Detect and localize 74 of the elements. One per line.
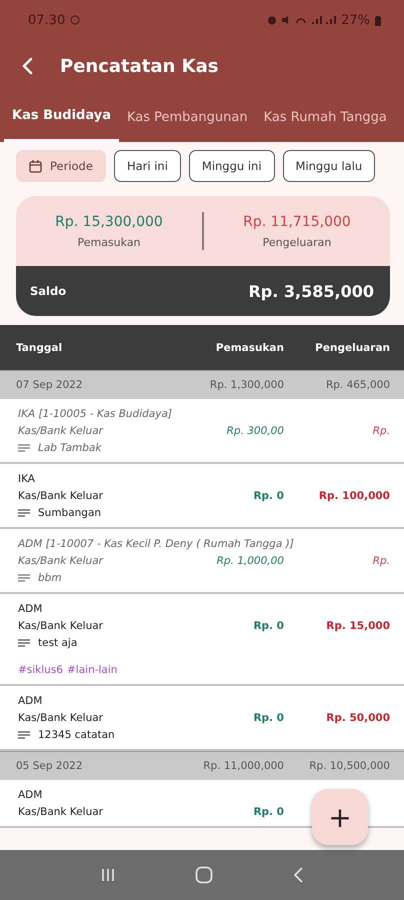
transaction-row[interactable]: ADM Kas/Bank Keluar Rp. 0 Rp. 15,000 test aja #siklus6 #lain-lain bbox=[0, 594, 404, 686]
calendar-icon bbox=[29, 160, 42, 172]
group-date: 07 Sep 2022 bbox=[16, 379, 84, 391]
tab[interactable]: Kas Pembangunan bbox=[118, 92, 256, 142]
group-expense: Rp. 10,500,000 bbox=[308, 760, 390, 772]
group-income: Rp. 1,300,000 bbox=[208, 379, 284, 391]
income-amount: Rp. 0 bbox=[252, 620, 284, 632]
column-header: Pemasukan bbox=[214, 342, 284, 354]
balance-label: Saldo bbox=[30, 284, 66, 298]
battery-percent: 27% bbox=[341, 12, 370, 28]
income-amount: Rp. 0 bbox=[252, 806, 284, 818]
note-text: 12345 catatan bbox=[38, 729, 115, 741]
note-icon bbox=[18, 574, 30, 582]
account-name: ADM bbox=[18, 603, 44, 615]
note-icon bbox=[18, 509, 30, 517]
group-income: Rp. 11,000,000 bbox=[202, 760, 284, 772]
transaction-row[interactable]: IKA [1-10005 - Kas Budidaya] Kas/Bank Keluar Rp. 300,00 Rp. Lab Tambak bbox=[0, 399, 404, 464]
account-name: IKA [1-10005 - Kas Budidaya] bbox=[18, 408, 173, 420]
transaction-type: Kas/Bank Keluar bbox=[18, 806, 104, 818]
filter-chip[interactable]: Minggu lalu bbox=[282, 150, 376, 182]
note-icon bbox=[18, 639, 30, 647]
income-amount: Rp. 300,00 bbox=[226, 425, 284, 437]
income-label: Pemasukan bbox=[77, 236, 141, 248]
group-date: 05 Sep 2022 bbox=[16, 760, 84, 772]
expense-amount: Rp. bbox=[372, 555, 390, 567]
account-name: ADM bbox=[18, 695, 44, 707]
expense-label: Pengeluaran bbox=[262, 236, 332, 248]
note-text: Sumbangan bbox=[38, 507, 102, 519]
filter-chip[interactable]: Periode bbox=[16, 150, 106, 182]
income-amount: Rp. 0 bbox=[252, 490, 284, 502]
transaction-type: Kas/Bank Keluar bbox=[18, 555, 104, 567]
note-icon bbox=[18, 444, 30, 452]
expense-amount: Rp. 50,000 bbox=[325, 712, 390, 724]
income-amount: Rp. 1,000,00 bbox=[216, 555, 284, 567]
transaction-type: Kas/Bank Keluar bbox=[18, 712, 104, 724]
back-icon[interactable] bbox=[292, 866, 304, 884]
tab[interactable]: Kas Budidaya bbox=[4, 92, 119, 142]
transaction-type: Kas/Bank Keluar bbox=[18, 425, 104, 437]
alarm-icon bbox=[267, 15, 278, 25]
income-amount: Rp. 0 bbox=[252, 712, 284, 724]
column-header: Pengeluaran bbox=[314, 342, 390, 354]
expense-amount: Rp. 15,000 bbox=[325, 620, 390, 632]
expense-total: Rp. 11,715,000 bbox=[243, 214, 351, 230]
tab[interactable]: Kas Rumah Tangga bbox=[256, 92, 395, 142]
account-name: ADM bbox=[18, 789, 44, 801]
expense-amount: Rp. 100,000 bbox=[318, 490, 390, 502]
signal-icon bbox=[311, 15, 338, 25]
home-icon[interactable] bbox=[194, 866, 213, 884]
note-icon bbox=[18, 731, 30, 739]
transaction-row[interactable]: IKA Kas/Bank Keluar Rp. 0 Rp. 100,000 Sumbangan bbox=[0, 464, 404, 529]
hashtag[interactable]: #lain-lain bbox=[67, 664, 118, 676]
clock-time: 07.30 bbox=[28, 12, 66, 28]
sync-icon bbox=[70, 15, 80, 25]
note-text: bbm bbox=[38, 572, 62, 584]
note-text: test aja bbox=[38, 637, 78, 649]
recent-apps-icon[interactable] bbox=[100, 867, 116, 883]
transaction-type: Kas/Bank Keluar bbox=[18, 490, 104, 502]
hashtag[interactable]: #siklus6 bbox=[18, 664, 63, 676]
transaction-row[interactable]: ADM [1-10007 - Kas Kecil P. Deny ( Rumah Tangga )] Kas/Bank Keluar Rp. 1,000,00 Rp. bbm bbox=[0, 529, 404, 594]
battery-icon bbox=[374, 14, 382, 26]
balance-amount: Rp. 3,585,000 bbox=[248, 282, 374, 300]
note-text: Lab Tambak bbox=[38, 442, 102, 454]
expense-amount: Rp. bbox=[372, 425, 390, 437]
filter-chip[interactable]: Hari ini bbox=[114, 150, 181, 182]
screen-title: Pencatatan Kas bbox=[60, 56, 218, 76]
account-name: IKA bbox=[18, 473, 36, 485]
account-name: ADM [1-10007 - Kas Kecil P. Deny ( Rumah Tangga )] bbox=[18, 538, 295, 550]
add-button[interactable]: + bbox=[312, 789, 368, 845]
transaction-type: Kas/Bank Keluar bbox=[18, 620, 104, 632]
income-total: Rp. 15,300,000 bbox=[55, 214, 163, 230]
transaction-row[interactable]: ADM Kas/Bank Keluar Rp. 0 Rp. 50,000 12345 catatan bbox=[0, 686, 404, 751]
filter-chip[interactable]: Minggu ini bbox=[188, 150, 275, 182]
column-header: Tanggal bbox=[16, 342, 64, 354]
group-expense: Rp. 465,000 bbox=[324, 379, 390, 391]
